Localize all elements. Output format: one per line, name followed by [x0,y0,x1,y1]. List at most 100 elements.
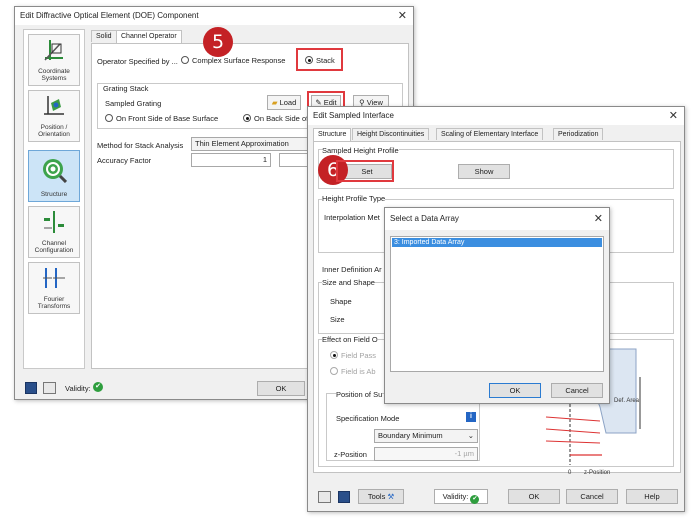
show-button[interactable]: Show [458,164,510,179]
sampled-ok-button[interactable]: OK [508,489,560,504]
method-select[interactable]: Thin Element Approximation [191,137,311,151]
tools-button[interactable]: Tools ⚒ [358,489,404,504]
nav-label: Structure [40,191,68,198]
fourier-transforms-icon [43,268,65,288]
shape-label: Shape [330,297,352,306]
data-array-list[interactable]: 3: Imported Data Array [390,236,604,372]
valid-check-icon: ✔ [470,495,480,504]
tab-periodization[interactable]: Periodization [553,128,604,140]
back-side-radio[interactable]: On Back Side of B [243,114,315,123]
complex-surface-label: Complex Surface Response [192,56,286,65]
sampled-height-label: Sampled Height Profile [322,146,399,155]
close-icon[interactable]: ✕ [398,9,407,22]
tools-label: Tools [367,492,386,501]
save-icon[interactable] [25,382,37,394]
field-abs-label: Field is Ab [341,367,376,376]
select-ok-button[interactable]: OK [489,383,541,398]
channel-configuration-icon [44,211,64,233]
diagram-ray [545,416,601,422]
spec-mode-value: Boundary Minimum [378,431,443,440]
interpolation-label: Interpolation Met [324,213,380,222]
tools-icon: ⚒ [387,492,395,501]
select-cancel-button[interactable]: Cancel [551,383,603,398]
structure-icon [43,159,68,184]
nav-position-orientation[interactable]: Position / Orientation [28,90,80,142]
sampled-cancel-button[interactable]: Cancel [566,489,618,504]
size-label: Size [330,315,345,324]
spec-mode-select[interactable]: Boundary Minimum ⌄ [374,429,478,443]
accuracy-input[interactable]: 1 [191,153,271,167]
select-title-bar: Select a Data Array ✕ [385,208,609,230]
valid-check-icon: ✔ [93,382,103,392]
nav-channel-configuration[interactable]: Channel Configuration [28,206,80,258]
doe-window-title: Edit Diffractive Optical Element (DOE) C… [20,11,199,20]
tab-height-discontinuities[interactable]: Height Discontinuities [352,128,430,140]
z-position-label: z-Position [334,450,367,459]
nav-fourier-transforms[interactable]: Fourier Transforms [28,262,80,314]
nav-structure[interactable]: Structure [28,150,80,202]
sampled-grating-label: Sampled Grating [105,99,162,108]
field-pass-radio[interactable]: Field Pass [330,351,376,360]
height-profile-type-label: Height Profile Type [322,194,386,203]
catalog-icon[interactable] [318,491,331,503]
tab-solid[interactable]: Solid [91,30,117,42]
front-side-radio[interactable]: On Front Side of Base Surface [105,114,218,123]
sampled-help-button[interactable]: Help [626,489,678,504]
catalog-icon[interactable] [43,382,56,394]
sampled-tab-strip: Structure Height Discontinuities Scaling… [313,128,681,142]
validity-button[interactable]: Validity: ✔ [434,489,488,504]
field-abs-radio[interactable]: Field is Ab [330,367,376,376]
diagram-ray [545,440,601,444]
nav-label: Coordinate Systems [38,68,70,82]
grating-stack-label: Grating Stack [103,84,149,93]
front-side-label: On Front Side of Base Surface [116,114,219,123]
z-position-input[interactable]: -1 µm [374,447,478,461]
tab-channel-operator[interactable]: Channel Operator [116,30,182,43]
validity-label: Validity: [442,492,469,501]
size-shape-label: Size and Shape [322,278,375,287]
diagram-z-position: z-Position [584,470,610,476]
doe-tab-strip: Solid Channel Operator [91,30,411,44]
doe-nav-panel: Coordinate Systems Position / Orientatio… [23,29,85,369]
select-dialog-title: Select a Data Array [390,214,459,223]
set-highlight [336,160,394,182]
load-label: Load [279,98,297,107]
diagram-ray [545,428,601,434]
nav-coordinate-systems[interactable]: Coordinate Systems [28,34,80,86]
radio-off-icon [105,114,113,122]
field-pass-label: Field Pass [341,351,377,360]
sampled-title-bar: Edit Sampled Interface ✕ [308,107,684,125]
validity-label: Validity: [65,384,91,393]
list-item[interactable]: 3: Imported Data Array [392,238,602,247]
effect-label: Effect on Field O [322,335,378,344]
coordinate-systems-icon [44,40,63,61]
nav-label: Channel Configuration [34,240,74,254]
operator-label: Operator Specified by ... [97,57,178,66]
complex-surface-radio[interactable]: Complex Surface Response [181,56,285,65]
radio-off-icon [181,56,189,64]
nav-label: Fourier Transforms [37,296,71,310]
accuracy-label: Accuracy Factor [97,156,152,165]
spec-mode-label: Specification Mode [336,414,400,423]
tab-scaling[interactable]: Scaling of Elementary Interface [436,128,544,140]
nav-label: Position / Orientation [38,124,70,138]
chevron-down-icon: ⌄ [467,431,474,440]
close-icon[interactable]: ✕ [669,109,678,122]
method-label: Method for Stack Analysis [97,141,184,150]
save-icon[interactable] [338,491,350,503]
sampled-window-title: Edit Sampled Interface [313,111,394,120]
position-label: Position of Su [336,390,383,399]
inner-definition-label: Inner Definition Ar [322,265,382,274]
doe-ok-button[interactable]: OK [257,381,305,396]
folder-icon: ▰ [271,98,278,107]
radio-off-icon [330,367,338,375]
doe-title-bar: Edit Diffractive Optical Element (DOE) C… [15,7,413,25]
tab-structure[interactable]: Structure [313,128,352,141]
load-button[interactable]: ▰ Load [267,95,301,110]
info-icon[interactable]: i [466,412,476,422]
close-icon[interactable]: ✕ [594,212,603,225]
radio-on-icon [330,351,338,359]
radio-on-icon [243,114,251,122]
diagram-zero: 0 [568,470,572,476]
stack-highlight [296,48,343,71]
